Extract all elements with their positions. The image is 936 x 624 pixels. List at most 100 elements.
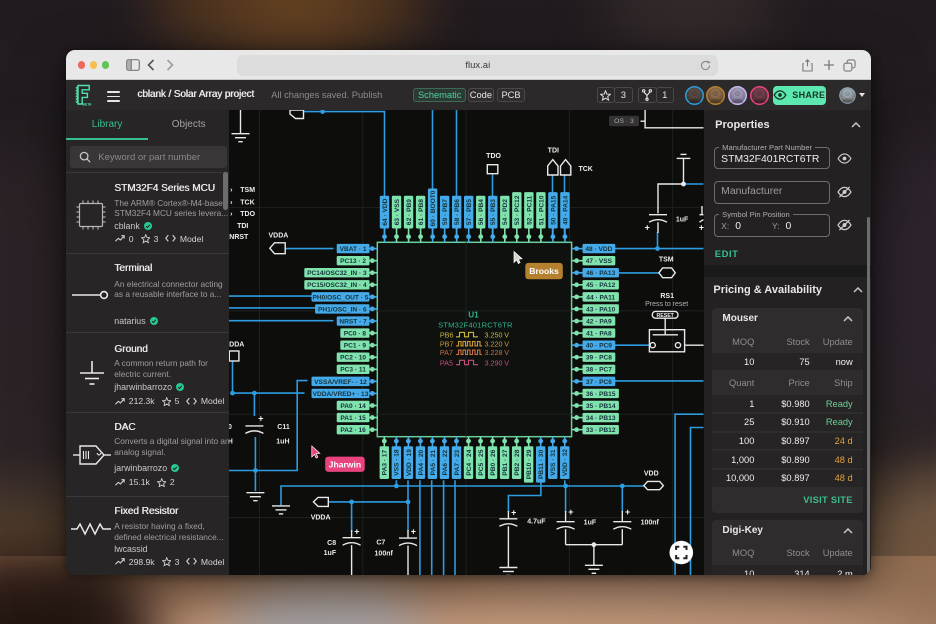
svg-text:4.7uF: 4.7uF xyxy=(528,519,547,526)
svg-text:TSM: TSM xyxy=(659,256,674,263)
svg-text:C11: C11 xyxy=(278,424,291,431)
svg-text:PA1 · 15: PA1 · 15 xyxy=(341,415,367,422)
svg-text:RS1: RS1 xyxy=(661,293,675,300)
svg-text:PA3 · 17: PA3 · 17 xyxy=(382,450,389,476)
svg-text:PA5 · 21: PA5 · 21 xyxy=(430,450,437,476)
svg-text:U1: U1 xyxy=(469,311,480,320)
svg-text:VDD · 19: VDD · 19 xyxy=(406,449,413,476)
svg-text:3.250: 3.250 xyxy=(485,331,503,340)
svg-text:C8: C8 xyxy=(328,540,337,547)
svg-text:+: + xyxy=(259,414,264,424)
svg-text:PB0 · 26: PB0 · 26 xyxy=(490,449,497,475)
svg-text:TSM: TSM xyxy=(241,187,256,194)
svg-text:44 · PA11: 44 · PA11 xyxy=(587,294,616,301)
svg-text:PB1 · 27: PB1 · 27 xyxy=(502,449,509,475)
svg-text:59 · PB7: 59 · PB7 xyxy=(443,199,450,225)
svg-text:45 · PA12: 45 · PA12 xyxy=(587,282,616,289)
svg-text:PC3 · 11: PC3 · 11 xyxy=(341,367,367,374)
svg-text:50 · PA15: 50 · PA15 xyxy=(551,196,558,225)
svg-text:61 · PB8: 61 · PB8 xyxy=(418,199,425,225)
svg-text:H: H xyxy=(229,439,233,446)
svg-text:VDDA/VRED+ · 13: VDDA/VRED+ · 13 xyxy=(313,391,369,398)
svg-text:VSSA/VREF- · 12: VSSA/VREF- · 12 xyxy=(315,379,368,386)
svg-text:PA7: PA7 xyxy=(440,348,453,357)
svg-text:+: + xyxy=(625,507,630,517)
svg-text:OS · 3: OS · 3 xyxy=(615,118,635,125)
svg-text:63 · VSS: 63 · VSS xyxy=(394,198,401,225)
svg-text:Press to reset: Press to reset xyxy=(646,301,689,308)
svg-text:TDI: TDI xyxy=(238,223,249,230)
svg-text:0: 0 xyxy=(229,424,232,431)
svg-text:38 · PC7: 38 · PC7 xyxy=(586,367,612,374)
svg-text:+: + xyxy=(355,526,360,536)
svg-text:NRST: NRST xyxy=(230,234,250,241)
svg-text:PC0 · 8: PC0 · 8 xyxy=(344,331,367,338)
svg-text:PA4 · 20: PA4 · 20 xyxy=(418,450,425,476)
svg-text:48 · VDD: 48 · VDD xyxy=(586,246,613,253)
svg-text:+: + xyxy=(569,507,574,517)
svg-text:PC14/OSC32_IN · 3: PC14/OSC32_IN · 3 xyxy=(308,270,368,277)
svg-text:54 · PD2: 54 · PD2 xyxy=(503,199,510,225)
svg-text:1uH: 1uH xyxy=(277,439,290,446)
svg-text:36 · PB15: 36 · PB15 xyxy=(586,391,616,398)
svg-text:42 · PA9: 42 · PA9 xyxy=(587,319,613,326)
svg-text:34 · PB13: 34 · PB13 xyxy=(586,415,616,422)
svg-text:PC2 · 10: PC2 · 10 xyxy=(341,355,367,362)
svg-text:+: + xyxy=(411,527,416,537)
svg-text:VDDA: VDDA xyxy=(311,514,331,521)
svg-text:46 · PA13: 46 · PA13 xyxy=(587,270,616,277)
svg-text:56 · PB4: 56 · PB4 xyxy=(479,199,486,225)
svg-text:PC13 · 2: PC13 · 2 xyxy=(341,258,367,265)
svg-text:TCK: TCK xyxy=(241,200,255,207)
svg-text:37 · PC6: 37 · PC6 xyxy=(586,379,612,386)
svg-text:+: + xyxy=(645,223,650,233)
svg-text:PC4 · 24: PC4 · 24 xyxy=(466,449,473,475)
svg-text:3.228: 3.228 xyxy=(485,348,503,357)
svg-text:100nf: 100nf xyxy=(375,551,394,558)
svg-text:52 · PC11: 52 · PC11 xyxy=(527,196,534,226)
svg-text:V: V xyxy=(505,358,510,367)
svg-text:58 · PB6: 58 · PB6 xyxy=(455,199,462,225)
svg-text:C7: C7 xyxy=(377,540,386,547)
svg-text:55 · PB3: 55 · PB3 xyxy=(491,199,498,225)
svg-text:TDO: TDO xyxy=(487,153,502,160)
svg-text:60 · BOOT0: 60 · BOOT0 xyxy=(431,190,438,226)
svg-text:VDD · 32: VDD · 32 xyxy=(563,449,570,476)
svg-text:51 · PC10: 51 · PC10 xyxy=(539,195,546,225)
svg-text:Brooks: Brooks xyxy=(530,266,560,276)
svg-text:43 · PA10: 43 · PA10 xyxy=(587,307,616,314)
svg-text:›: › xyxy=(231,187,234,194)
svg-text:1uF: 1uF xyxy=(676,216,689,223)
svg-text:PC1 · 9: PC1 · 9 xyxy=(344,343,367,350)
svg-text:›: › xyxy=(231,211,234,218)
svg-text:VSS · 31: VSS · 31 xyxy=(551,449,558,476)
svg-text:VDDA: VDDA xyxy=(269,233,289,240)
svg-text:41 · PA8: 41 · PA8 xyxy=(587,331,613,338)
svg-text:PH1/OSC_IN · 6: PH1/OSC_IN · 6 xyxy=(318,307,367,314)
svg-text:PC15/OSC32_IN · 4: PC15/OSC32_IN · 4 xyxy=(308,282,368,289)
svg-text:PB2 · 28: PB2 · 28 xyxy=(515,449,522,475)
svg-text:PH0/OSC_OUT · 5: PH0/OSC_OUT · 5 xyxy=(313,294,369,301)
svg-text:PB11 · 30: PB11 · 30 xyxy=(539,450,546,480)
svg-text:3.290: 3.290 xyxy=(485,358,503,367)
svg-text:VDD: VDD xyxy=(644,471,659,478)
svg-text:33 · PB12: 33 · PB12 xyxy=(586,427,616,434)
svg-text:PA0 · 14: PA0 · 14 xyxy=(341,403,367,410)
svg-text:+: + xyxy=(512,508,517,518)
svg-text:PC5 · 25: PC5 · 25 xyxy=(478,449,485,475)
svg-text:BETA: BETA xyxy=(82,103,92,107)
svg-text:53 · PC12: 53 · PC12 xyxy=(515,195,522,225)
svg-text:V: V xyxy=(505,331,510,340)
svg-text:TCK: TCK xyxy=(579,166,593,173)
svg-text:39 · PC8: 39 · PC8 xyxy=(586,355,612,362)
svg-text:VBAT · 1: VBAT · 1 xyxy=(340,246,367,253)
svg-text:PA5: PA5 xyxy=(440,358,453,367)
svg-text:NRST · 7: NRST · 7 xyxy=(340,319,368,326)
svg-text:V: V xyxy=(505,348,510,357)
svg-text:PA6 · 22: PA6 · 22 xyxy=(442,450,449,476)
svg-text:62 · PB9: 62 · PB9 xyxy=(406,199,413,225)
svg-text:40 · PC9: 40 · PC9 xyxy=(586,343,612,350)
svg-text:35 · PB14: 35 · PB14 xyxy=(586,403,616,410)
svg-text:TDO: TDO xyxy=(241,211,256,218)
svg-text:TDI: TDI xyxy=(548,147,559,154)
